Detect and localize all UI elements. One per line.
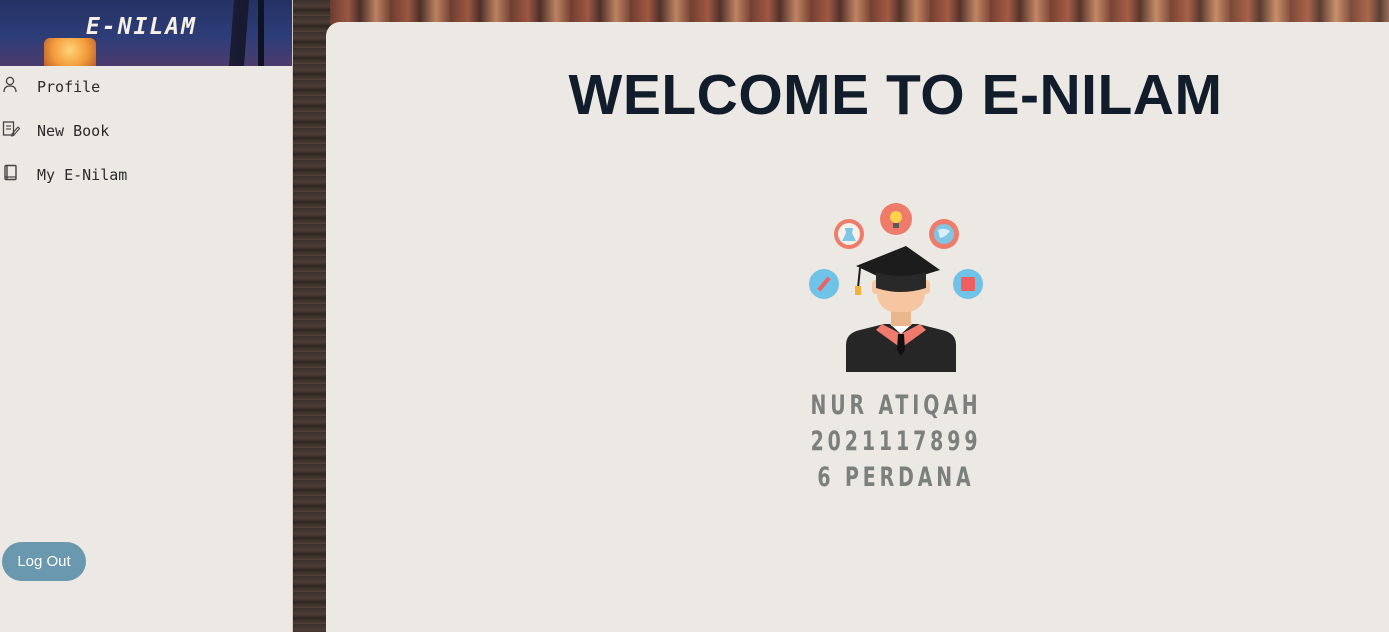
- app-logo-text: E-NILAM: [86, 14, 197, 40]
- sidebar: E-NILAM Profile New Book My E-Nilam Log …: [0, 0, 293, 632]
- sidebar-nav: Profile New Book My E-Nilam: [0, 66, 292, 198]
- sidebar-item-new-book[interactable]: New Book: [0, 110, 292, 154]
- logout-button[interactable]: Log Out: [2, 542, 86, 581]
- sidebar-item-profile[interactable]: Profile: [0, 66, 292, 110]
- post-image: [258, 0, 264, 66]
- sidebar-item-label: Profile: [37, 78, 101, 96]
- sidebar-item-label: My E-Nilam: [37, 166, 128, 184]
- edit-book-icon: [2, 120, 21, 138]
- sidebar-item-label: New Book: [37, 122, 110, 140]
- tree-image: [229, 0, 249, 66]
- user-icon: [2, 76, 20, 94]
- background-artwork-top: [330, 0, 1389, 24]
- student-name: NUR ATIQAH: [810, 390, 982, 421]
- student-info: NUR ATIQAH 2021117899 6 PERDANA: [795, 388, 998, 496]
- page-title: WELCOME TO E-NILAM: [568, 63, 1223, 127]
- graduate-icon: [804, 200, 994, 375]
- sidebar-item-my-e-nilam[interactable]: My E-Nilam: [0, 154, 292, 198]
- book-icon: [2, 164, 20, 182]
- lantern-image: [44, 38, 96, 66]
- student-class: 6 PERDANA: [817, 462, 975, 493]
- main-panel: WELCOME TO E-NILAM NUR ATIQAH 2021117899…: [326, 22, 1389, 632]
- sidebar-header: E-NILAM: [0, 0, 292, 66]
- student-id: 2021117899: [810, 426, 982, 457]
